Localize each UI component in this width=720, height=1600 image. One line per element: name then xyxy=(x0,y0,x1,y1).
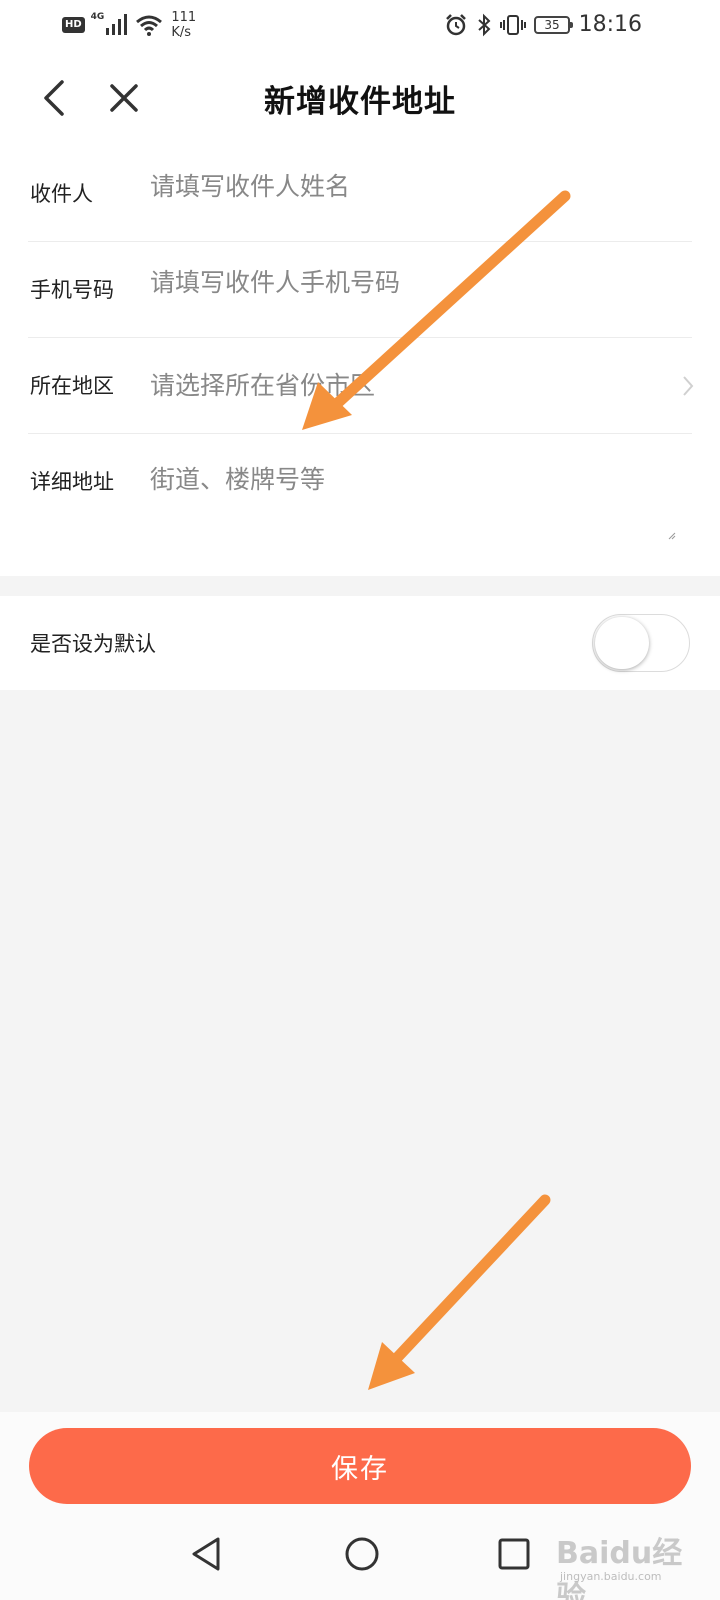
wifi-icon xyxy=(136,15,163,36)
status-right: 35 xyxy=(444,10,573,40)
header: 新增收件地址 xyxy=(0,50,720,146)
network-speed: 111 K/s xyxy=(171,10,196,40)
resize-grip-icon[interactable] xyxy=(668,532,676,540)
baidu-jingyan-watermark: Baidu经验 jingyan.baidu.com xyxy=(556,1522,684,1600)
watermark-logo: Baidu经验 xyxy=(556,1536,683,1600)
signal-icon xyxy=(106,14,128,35)
address-textarea[interactable] xyxy=(150,460,690,544)
network-type: 4G xyxy=(90,12,105,22)
system-back-icon[interactable] xyxy=(188,1534,224,1574)
phone-row: 手机号码 xyxy=(28,242,692,338)
system-recent-apps-icon[interactable] xyxy=(496,1536,532,1572)
toggle-knob xyxy=(595,617,649,669)
hd-badge: HD xyxy=(62,17,85,33)
status-bar: HD 4G 111 K/s 35 18:16 xyxy=(0,0,720,50)
network-speed-unit: K/s xyxy=(171,25,192,40)
battery-icon: 35 xyxy=(534,16,573,34)
region-row[interactable]: 所在地区 请选择所在省份市区 xyxy=(28,338,694,434)
phone-input[interactable] xyxy=(150,268,660,297)
recipient-input[interactable] xyxy=(150,172,660,201)
annotation-arrow-save xyxy=(368,1194,551,1390)
vibrate-icon xyxy=(500,15,526,35)
network-speed-value: 111 xyxy=(171,10,197,25)
save-button[interactable]: 保存 xyxy=(29,1428,691,1504)
chevron-right-icon xyxy=(683,376,694,396)
system-navigation-bar: Baidu经验 jingyan.baidu.com xyxy=(0,1518,720,1600)
default-address-row: 是否设为默认 xyxy=(0,596,720,690)
status-time: 18:16 xyxy=(578,12,642,37)
address-row: 详细地址 xyxy=(28,434,692,576)
bluetooth-icon xyxy=(478,13,491,37)
default-address-toggle[interactable] xyxy=(592,614,690,672)
region-label: 所在地区 xyxy=(30,374,114,398)
address-form: 收件人 手机号码 所在地区 请选择所在省份市区 详细地址 xyxy=(0,146,720,576)
address-label: 详细地址 xyxy=(30,470,114,494)
alarm-icon xyxy=(446,14,466,36)
recipient-row: 收件人 xyxy=(28,146,692,242)
status-left: HD 4G 111 K/s xyxy=(62,10,196,40)
phone-label: 手机号码 xyxy=(30,278,114,302)
region-selector[interactable]: 请选择所在省份市区 xyxy=(150,366,375,402)
watermark-url: jingyan.baidu.com xyxy=(560,1570,662,1583)
recipient-label: 收件人 xyxy=(30,182,93,206)
system-home-icon[interactable] xyxy=(342,1534,382,1574)
page-title: 新增收件地址 xyxy=(264,84,456,120)
default-address-label: 是否设为默认 xyxy=(30,632,156,656)
